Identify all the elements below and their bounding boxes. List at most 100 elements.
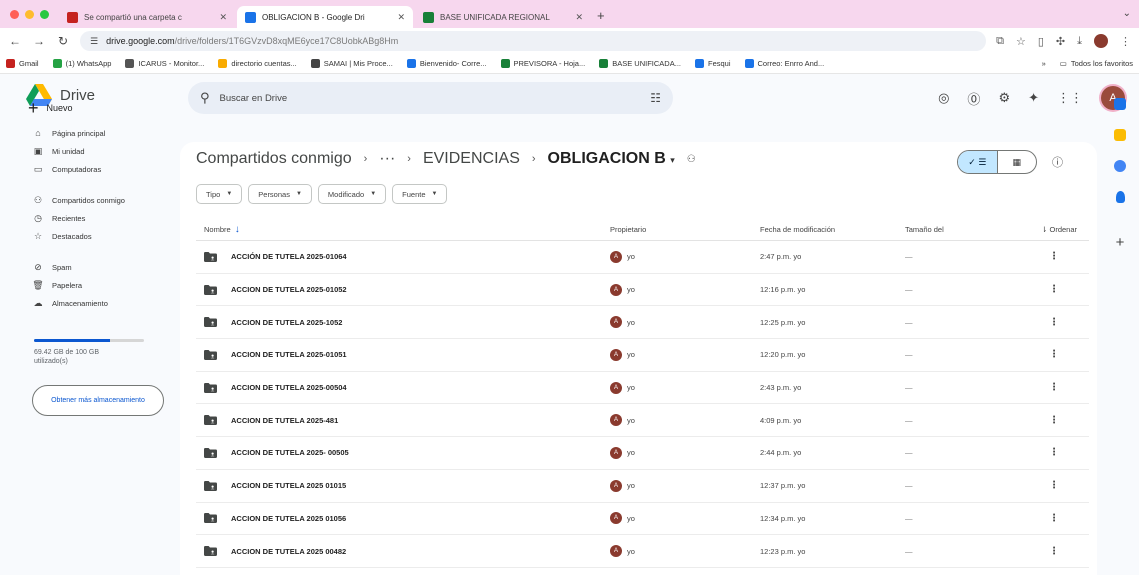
breadcrumb-ellipsis[interactable]: ··· [379,150,395,168]
file-row[interactable]: ACCION DE TUTELA 2025 01015 Ayo 12:37 p.m.… [196,470,1089,503]
new-tab-button[interactable]: + [593,8,613,28]
size-cell: — [905,448,913,458]
file-row[interactable]: ACCION DE TUTELA 2025- 00505 Ayo 2:44 p.m.… [196,437,1089,470]
details-info-icon[interactable]: ⓘ [1052,154,1063,170]
filter-chip-tipo[interactable]: Tipo ▼ [196,184,243,204]
browser-tab[interactable]: OBLIGACION B - Google Dri ✕ [237,6,413,28]
install-icon[interactable]: ⧉ [996,35,1004,48]
get-more-storage-button[interactable]: Obtener más almacenamiento [32,385,164,416]
sidebar-item-my-drive[interactable]: ▣ Mi unidad [32,142,172,160]
close-tab-icon[interactable]: ✕ [219,12,227,23]
breadcrumb-shared-with-me[interactable]: Compartidos conmigo [196,150,352,168]
column-modified-header[interactable]: Fecha de modificación [760,225,905,234]
shared-people-icon[interactable]: ⚇ [687,154,696,165]
filter-chip-modificado[interactable]: Modificado ▼ [317,184,387,204]
search-bar[interactable]: ⚲ ☷ [188,82,673,114]
file-row[interactable]: ACCION DE TUTELA 2025-1052 Ayo 12:25 p.m. … [196,306,1089,340]
sidebar-item-clock[interactable]: ◷ Recientes [32,209,172,227]
bookmark-item[interactable]: Gmail [6,59,39,68]
file-row[interactable]: ACCIÓN DE TUTELA 2025-01064 Ayo 2:47 p.m. … [196,241,1089,274]
file-row[interactable]: ACCION DE TUTELA 2025 01056 Ayo 12:34 p.m.… [196,503,1089,536]
contacts-icon[interactable] [1115,191,1125,203]
grid-view-button[interactable]: ▦ [998,151,1037,173]
address-bar[interactable]: ☰ drive.google.com/drive/folders/1T6GVzv… [80,31,987,51]
url-host: drive.google.com [106,36,175,46]
browser-tab[interactable]: BASE UNIFICADA REGIONAL ✕ [415,6,591,28]
bookmark-item[interactable]: directorio cuentas... [218,59,297,68]
bookmark-star-icon[interactable]: ☆ [1016,35,1026,48]
more-actions-icon[interactable]: ⋮ [1025,546,1089,557]
settings-icon[interactable]: ⚙ [998,90,1010,106]
maximize-window-button[interactable] [40,10,49,19]
more-actions-icon[interactable]: ⋮ [1025,513,1089,524]
file-row[interactable]: ACCION DE TUTELA 2025-481 Ayo 4:09 p.m. yo… [196,404,1089,438]
site-info-icon[interactable]: ☰ [90,36,98,47]
search-input[interactable] [219,92,641,104]
file-row[interactable]: ACCION DE TUTELA 2025-00504 Ayo 2:43 p.m. … [196,372,1089,405]
calendar-icon[interactable] [1114,98,1126,110]
sidebar-item-trash[interactable]: 🗑 Papelera [32,276,172,294]
puzzle-icon[interactable]: ✣ [1056,35,1065,48]
sidebar-item-cloud[interactable]: ☁ Almacenamiento [32,294,172,312]
close-tab-icon[interactable]: ✕ [397,12,405,23]
search-options-icon[interactable]: ☷ [650,91,661,105]
more-actions-icon[interactable]: ⋮ [1025,382,1089,393]
more-actions-icon[interactable]: ⋮ [1025,447,1089,458]
reload-icon[interactable]: ↻ [56,34,70,48]
owner-cell: Ayo [610,479,760,492]
back-icon[interactable]: ← [8,34,22,48]
sidebar-item-computer[interactable]: ▭ Computadoras [32,160,172,178]
tasks-icon[interactable] [1114,160,1126,172]
help-icon[interactable]: ⓪ [967,89,980,108]
filter-chip-personas[interactable]: Personas ▼ [248,184,312,204]
more-actions-icon[interactable]: ⋮ [1025,251,1089,262]
breadcrumb-current-folder[interactable]: OBLIGACION B ▾ [548,150,675,168]
gemini-icon[interactable]: ✦ [1028,90,1039,106]
more-actions-icon[interactable]: ⋮ [1025,349,1089,360]
browser-tab[interactable]: Se compartió una carpeta c ✕ [59,6,235,28]
apps-grid-icon[interactable]: ⋮⋮ [1057,90,1083,106]
new-button[interactable]: + Nuevo [28,98,73,118]
keep-icon[interactable] [1114,129,1126,141]
more-actions-icon[interactable]: ⋮ [1025,480,1089,491]
search-icon[interactable]: ⚲ [200,90,210,106]
forward-icon[interactable]: → [32,34,46,48]
sort-arrow-down-icon[interactable]: ↓ [235,224,240,235]
breadcrumb-evidencias[interactable]: EVIDENCIAS [423,150,520,168]
sidebar-item-spam[interactable]: ⊘ Spam [32,258,172,276]
sidebar-item-label: Computadoras [52,164,102,174]
more-actions-icon[interactable]: ⋮ [1025,415,1089,426]
list-view-button[interactable]: ✓ ☰ [958,151,998,173]
bookmark-item[interactable]: ICARUS - Monitor... [125,59,204,68]
more-actions-icon[interactable]: ⋮ [1025,284,1089,295]
close-tab-icon[interactable]: ✕ [575,12,583,23]
all-bookmarks-button[interactable]: ▭ Todos los favoritos [1060,59,1133,68]
bookmark-item[interactable]: Correo: Enrro And... [744,59,824,68]
close-window-button[interactable] [10,10,19,19]
browser-profile-avatar[interactable] [1094,34,1108,48]
file-row[interactable]: ACCION DE TUTELA 2025 00482 Ayo 12:23 p.m.… [196,535,1089,568]
sidebar-item-star[interactable]: ☆ Destacados [32,227,172,245]
sidebar-item-shared[interactable]: ⚇ Compartidos conmigo [32,191,172,209]
bookmark-item[interactable]: Bienvenido- Corre... [406,59,487,68]
offline-status-icon[interactable]: ◎ [938,90,949,106]
file-row[interactable]: ACCION DE TUTELA 2025-01052 Ayo 12:16 p.m.… [196,274,1089,307]
minimize-window-button[interactable] [25,10,34,19]
more-actions-icon[interactable]: ⋮ [1025,317,1089,328]
column-name-header[interactable]: Nombre ↓ [196,224,610,235]
bookmark-item[interactable]: PREVISORA - Hoja... [500,59,585,68]
bookmark-item[interactable]: SAMAI | Mis Proce... [310,59,393,68]
filter-chip-fuente[interactable]: Fuente ▼ [392,184,448,204]
browser-menu-icon[interactable]: ⋮ [1120,35,1131,48]
extension-icon[interactable]: ▯ [1038,35,1044,48]
bookmark-item[interactable]: (1) WhatsApp [52,59,111,68]
sidebar-item-home[interactable]: ⌂ Página principal [32,124,172,142]
tab-search-icon[interactable]: ⌄ [1123,8,1131,19]
download-icon[interactable]: ⤓ [1077,35,1082,48]
file-row[interactable]: ACCION DE TUTELA 2025-01051 Ayo 12:20 p.m.… [196,339,1089,372]
bookmark-item[interactable]: Fesqui [694,59,731,68]
sort-button[interactable]: ⇂ Ordenar [1025,225,1089,234]
bookmark-item[interactable]: BASE UNIFICADA... [599,59,681,68]
bookmarks-overflow-button[interactable]: » [1042,59,1046,68]
add-addon-icon[interactable]: + [1116,234,1125,251]
